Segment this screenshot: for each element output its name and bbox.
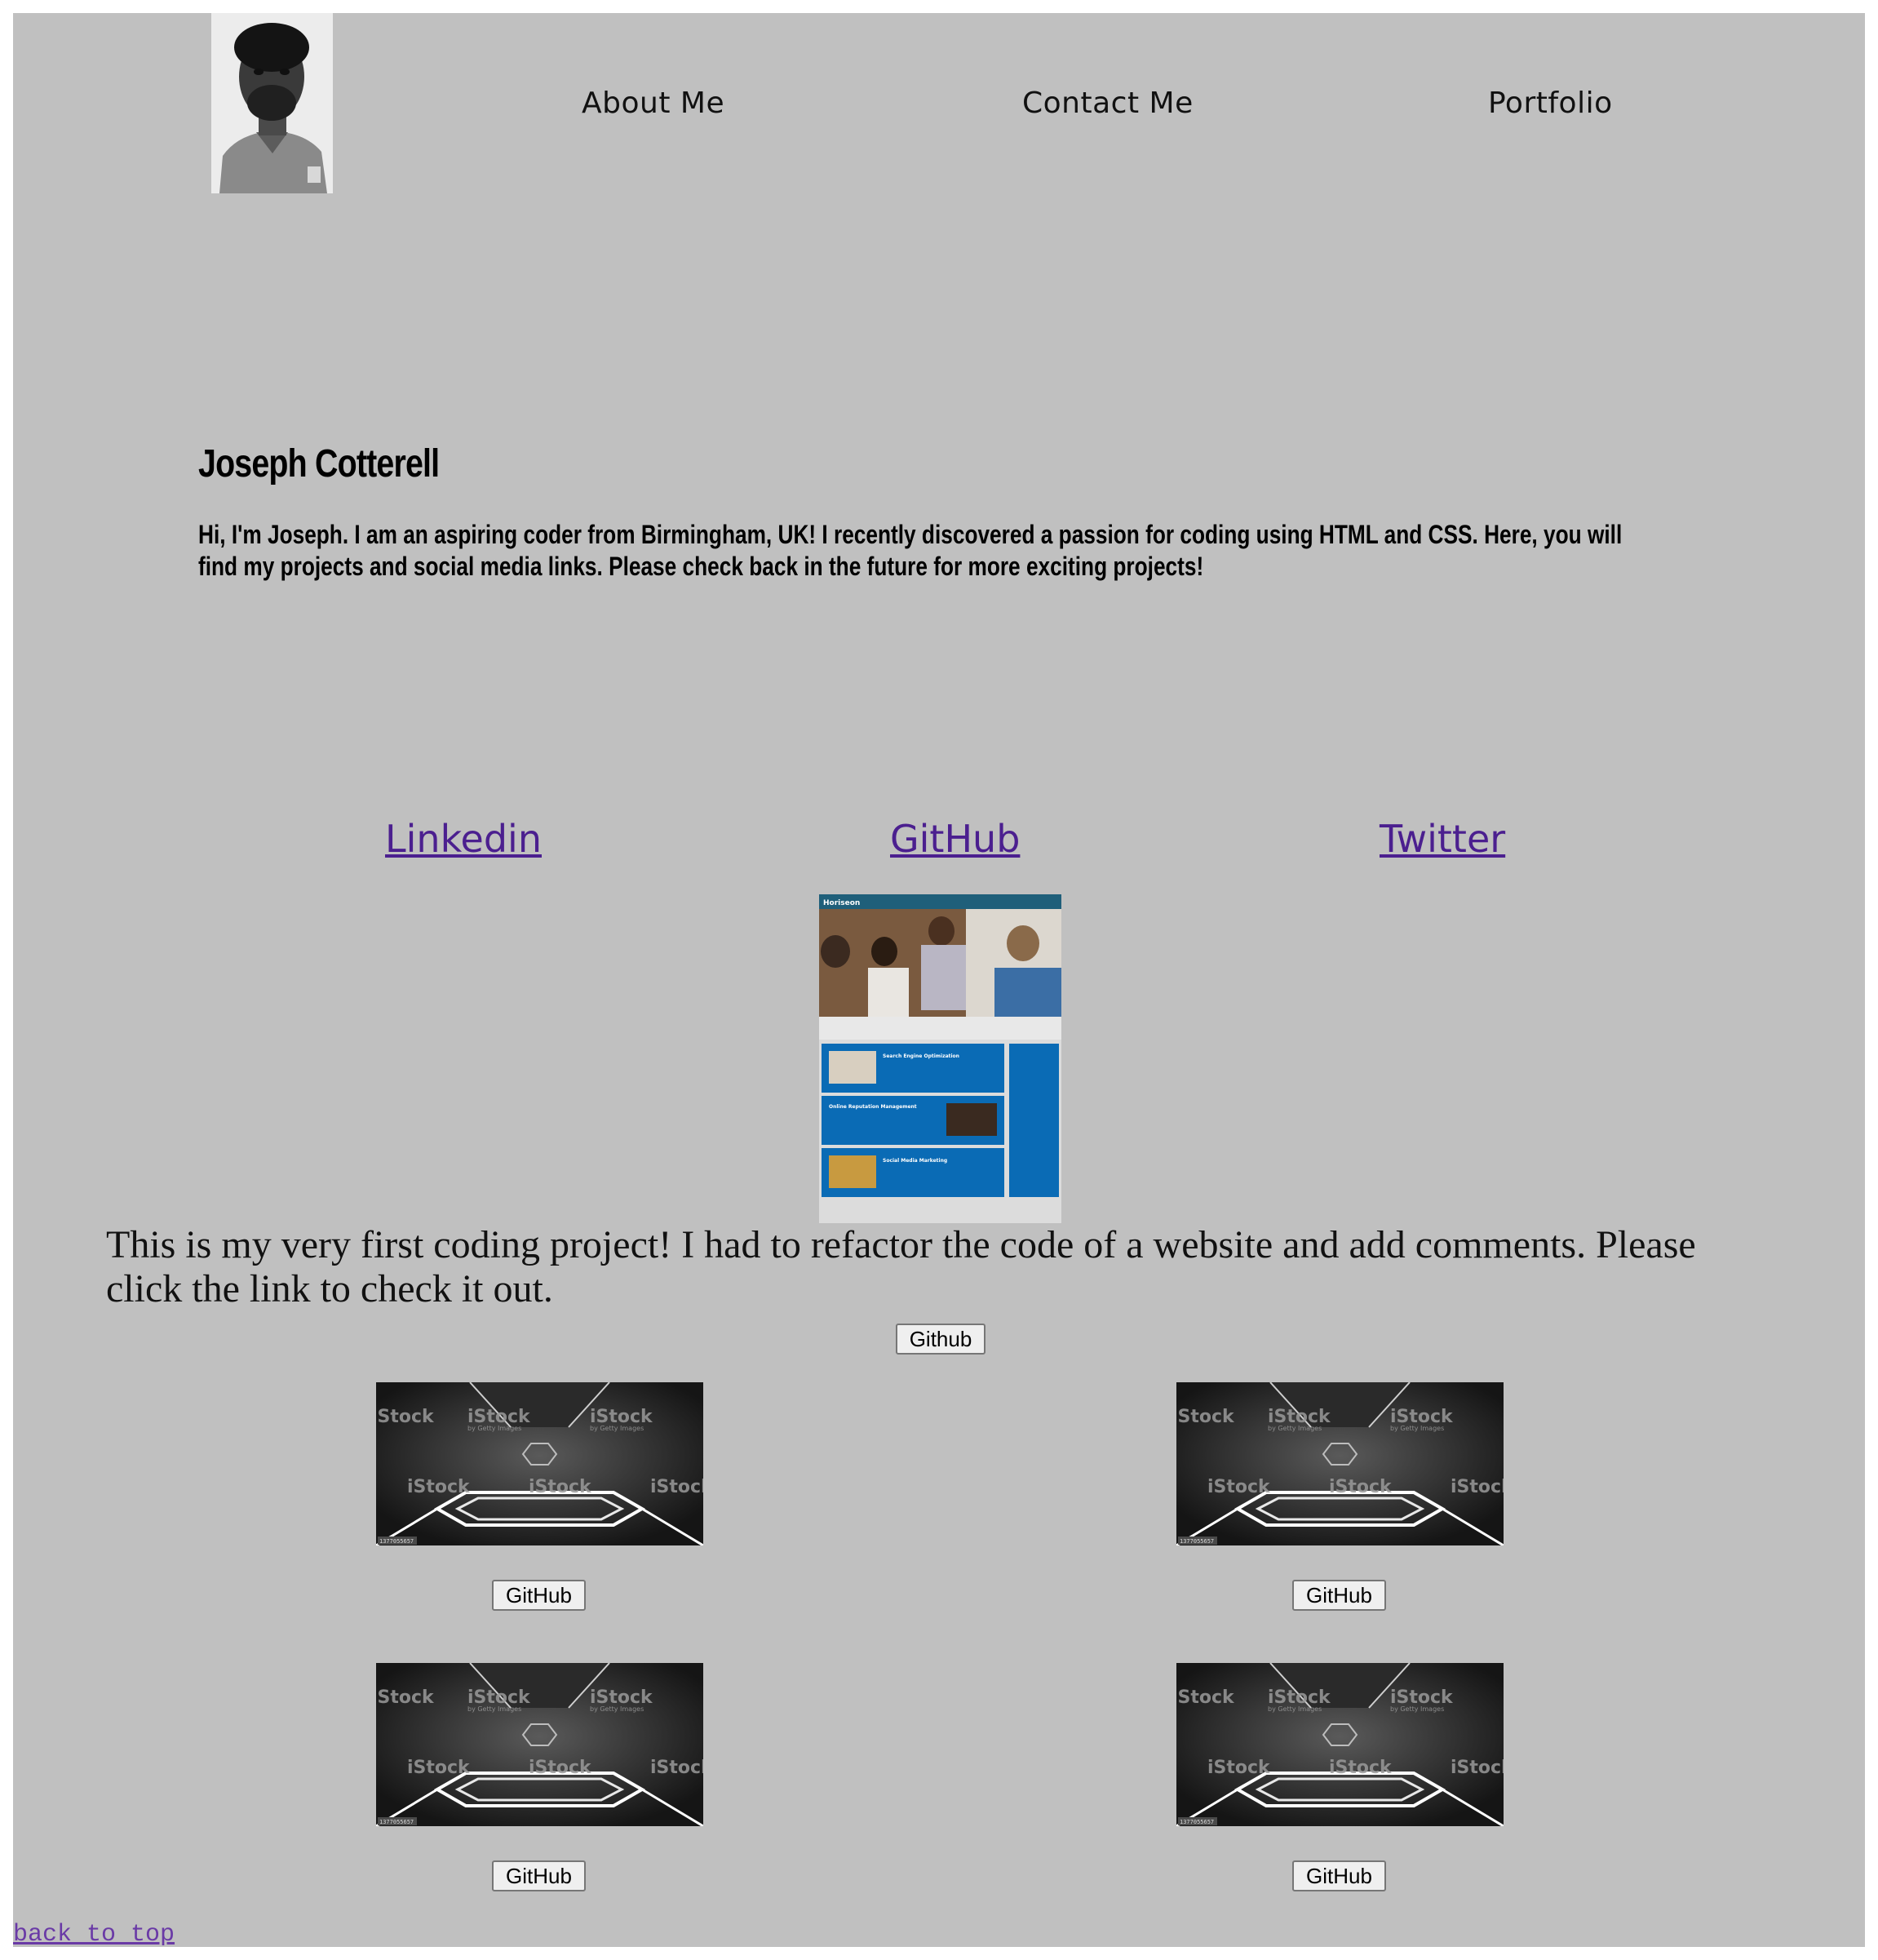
svg-text:iStock: iStock [1176,1687,1235,1708]
svg-text:iStock: iStock [529,1477,592,1497]
svg-text:iStock: iStock [1451,1758,1504,1778]
project-description: This is my very first coding project! I … [106,1223,1696,1310]
project-brand: Horiseon [823,899,860,907]
page-container: About Me Contact Me Portfolio Joseph Cot… [13,13,1865,1949]
svg-text:by Getty Images: by Getty Images [467,1425,521,1432]
svg-text:iStock: iStock [1207,1758,1271,1778]
project-github-button[interactable]: Github [896,1324,986,1355]
project-section-smm: Social Media Marketing [883,1158,947,1164]
gallery-github-button[interactable]: GitHub [1292,1580,1386,1611]
svg-text:iStock: iStock [1329,1758,1393,1778]
gallery-image: iStock by Getty Images iStock by Getty I… [376,1663,703,1826]
gallery-github-button[interactable]: GitHub [1292,1860,1386,1891]
hero-intro: Hi, I'm Joseph. I am an aspiring coder f… [198,520,1623,581]
stock-placeholder-image: iStock by Getty Images iStock by Getty I… [1176,1663,1504,1826]
stock-placeholder-image: iStock by Getty Images iStock by Getty I… [376,1382,703,1545]
profile-photo [211,13,333,193]
svg-text:by Getty Images: by Getty Images [590,1705,644,1713]
gallery-github-button[interactable]: GitHub [492,1580,586,1611]
project-screenshot: Horiseon Search Engine Optimization Onli… [819,894,1061,1223]
svg-text:iStock: iStock [407,1758,471,1778]
svg-text:by Getty Images: by Getty Images [1390,1705,1444,1713]
svg-text:iStock: iStock [376,1687,435,1708]
gallery-image: iStock by Getty Images iStock by Getty I… [376,1382,703,1545]
stock-placeholder-image: iStock by Getty Images iStock by Getty I… [376,1663,703,1826]
svg-text:iStock: iStock [407,1477,471,1497]
gallery-image: iStock by Getty Images iStock by Getty I… [1176,1382,1504,1545]
nav-about-me[interactable]: About Me [582,86,724,120]
project-section-orm: Online Reputation Management [829,1104,917,1110]
svg-text:by Getty Images: by Getty Images [590,1425,644,1432]
nav-contact-me[interactable]: Contact Me [1022,86,1194,120]
svg-text:iStock: iStock [376,1407,435,1427]
github-link[interactable]: GitHub [890,817,1020,861]
svg-text:by Getty Images: by Getty Images [1390,1425,1444,1432]
svg-text:iStock: iStock [650,1477,703,1497]
svg-text:by Getty Images: by Getty Images [1268,1425,1322,1432]
gallery-image: iStock by Getty Images iStock by Getty I… [1176,1663,1504,1826]
svg-text:iStock: iStock [1451,1477,1504,1497]
stock-placeholder-image: iStock by Getty Images iStock by Getty I… [1176,1382,1504,1545]
svg-text:by Getty Images: by Getty Images [467,1705,521,1713]
twitter-link[interactable]: Twitter [1380,817,1505,861]
svg-text:1377055657: 1377055657 [379,1819,414,1825]
svg-text:1377055657: 1377055657 [1180,1538,1214,1545]
svg-text:iStock: iStock [650,1758,703,1778]
svg-text:1377055657: 1377055657 [1180,1819,1214,1825]
svg-text:iStock: iStock [529,1758,592,1778]
back-to-top-link[interactable]: back to top [13,1921,175,1949]
svg-text:1377055657: 1377055657 [379,1538,414,1545]
svg-text:iStock: iStock [1176,1407,1235,1427]
svg-text:iStock: iStock [1329,1477,1393,1497]
hero-name: Joseph Cotterell [198,442,440,486]
svg-text:by Getty Images: by Getty Images [1268,1705,1322,1713]
gallery-github-button[interactable]: GitHub [492,1860,586,1891]
nav-portfolio[interactable]: Portfolio [1488,86,1613,120]
svg-text:iStock: iStock [1207,1477,1271,1497]
linkedin-link[interactable]: Linkedin [385,817,542,861]
project-section-seo: Search Engine Optimization [883,1053,959,1059]
